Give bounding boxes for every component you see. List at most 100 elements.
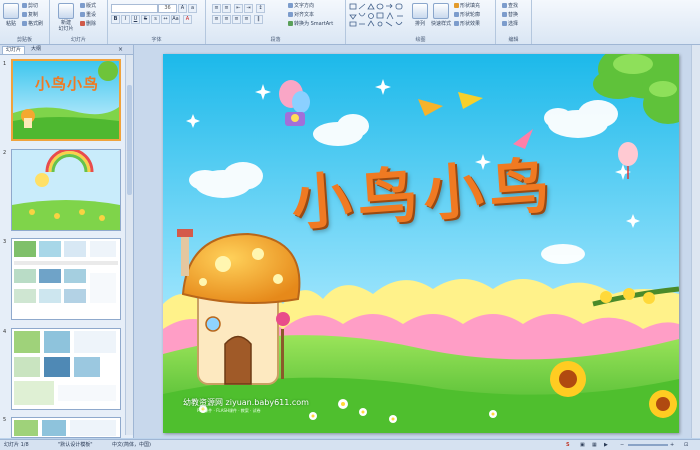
thumb5-art (12, 418, 120, 437)
font-color-button[interactable]: A (183, 15, 192, 24)
tab-slides[interactable]: 幻灯片 (2, 46, 26, 54)
font-name-input[interactable] (111, 4, 158, 13)
italic-button[interactable]: I (121, 15, 130, 24)
copy-button[interactable]: 复制 (22, 11, 38, 18)
close-icon[interactable]: × (118, 46, 123, 53)
copy-icon (22, 12, 27, 17)
shape-effects-button[interactable]: 形状效果 (454, 20, 480, 27)
slide-artwork (163, 54, 679, 433)
panel-tabs: 幻灯片 大纲 × (0, 45, 133, 55)
slide-thumbnail-3[interactable] (11, 238, 121, 320)
slide-number: 2 (3, 150, 7, 156)
arrange-icon (412, 3, 428, 19)
slide-thumbnail-4[interactable] (11, 328, 121, 410)
slide-number: 4 (3, 329, 7, 335)
font-label: 字体 (151, 37, 162, 43)
font-group: 36 A a B I U S s ↔ Aa A 字体 (108, 0, 206, 44)
paste-button[interactable]: 粘贴 (3, 3, 19, 27)
align-center-button[interactable]: ≡ (222, 15, 231, 24)
columns-button[interactable]: ‖ (254, 15, 263, 24)
case-button[interactable]: Aa (171, 15, 180, 24)
thumb4-art (12, 329, 120, 409)
brush-icon (22, 21, 27, 26)
scroll-thumb[interactable] (127, 85, 132, 195)
drawing-label: 绘图 (415, 37, 426, 43)
editing-label: 编辑 (508, 37, 519, 43)
font-size-input[interactable]: 36 (158, 4, 177, 13)
quick-styles-button[interactable]: 快速样式 (430, 3, 452, 27)
thumb1-title: 小鸟小鸟 (35, 75, 100, 93)
reset-button[interactable]: 重设 (80, 11, 96, 18)
slide-thumbnail-2[interactable] (11, 149, 121, 231)
find-button[interactable]: 查找 (502, 2, 518, 9)
cut-button[interactable]: 剪切 (22, 2, 38, 9)
slide-number: 1 (3, 61, 7, 67)
grow-font-button[interactable]: A (178, 4, 187, 13)
format-painter-button[interactable]: 格式刷 (22, 20, 43, 27)
paint-bucket-icon (454, 3, 459, 8)
replace-button[interactable]: 替换 (502, 11, 518, 18)
text-direction-button[interactable]: 文字方向 (288, 2, 314, 9)
bullets-button[interactable]: ≡ (212, 4, 221, 13)
cursor-icon (502, 21, 507, 26)
decrease-indent-button[interactable]: ⇤ (234, 4, 243, 13)
align-text-icon (288, 12, 293, 17)
thumbnail-scrollbar[interactable] (125, 55, 133, 435)
align-left-button[interactable]: ≡ (212, 15, 221, 24)
thumb2-art (12, 150, 120, 230)
align-text-button[interactable]: 对齐文本 (288, 11, 314, 18)
paste-icon (3, 3, 19, 19)
text-direction-icon (288, 3, 293, 8)
slide-thumbnail-5[interactable] (11, 417, 121, 438)
thumb3-art (12, 239, 120, 319)
line-spacing-button[interactable]: ↕ (256, 4, 265, 13)
smartart-button[interactable]: 转换为 SmartArt (288, 20, 333, 27)
reset-icon (80, 12, 85, 17)
current-slide[interactable]: 小鸟小鸟 幼教资源网 ziyuan.baby611.com PPT课件 · FL… (163, 54, 679, 433)
shadow-button[interactable]: s (151, 15, 160, 24)
delete-slide-button[interactable]: 删除 (80, 20, 96, 27)
watermark-main: 幼教资源网 ziyuan.baby611.com (183, 398, 309, 407)
numbering-button[interactable]: ≡ (222, 4, 231, 13)
arrange-button[interactable]: 排列 (412, 3, 428, 27)
slide-title[interactable]: 小鸟小鸟 (288, 137, 557, 242)
quick-styles-icon (433, 3, 449, 19)
ribbon: 粘贴 剪切 复制 格式刷 剪贴板 新建 幻灯片 版式 重设 删除 幻灯片 36 … (0, 0, 700, 45)
paragraph-group: ≡ ≡ ⇤ ⇥ ↕ ≡ ≡ ≡ ≡ ‖ 文字方向 对齐文本 转换为 SmartA… (206, 0, 346, 44)
spacing-button[interactable]: ↔ (161, 15, 170, 24)
select-button[interactable]: 选择 (502, 20, 518, 27)
slide-thumbnail-panel: 幻灯片 大纲 × 1 小鸟小鸟 2 3 4 5 (0, 45, 134, 438)
increase-indent-button[interactable]: ⇥ (244, 4, 253, 13)
scissors-icon (22, 3, 27, 8)
new-slide-icon (58, 3, 74, 19)
shapes-gallery[interactable] (349, 3, 411, 27)
slide-number: 3 (3, 239, 7, 245)
slide-editing-area: 小鸟小鸟 幼教资源网 ziyuan.baby611.com PPT课件 · FL… (134, 45, 700, 438)
tab-outline[interactable]: 大纲 (28, 46, 44, 53)
shape-outline-button[interactable]: 形状轮廓 (454, 11, 480, 18)
status-bar: 幻灯片 1/8 "默认设计模板" 中文(简体，中国) S ▣ ▦ ▶ − + ⊡ (0, 439, 700, 450)
strikethrough-button[interactable]: S (141, 15, 150, 24)
align-right-button[interactable]: ≡ (232, 15, 241, 24)
layout-button[interactable]: 版式 (80, 2, 96, 9)
slides-label: 幻灯片 (70, 37, 86, 43)
layout-icon (80, 3, 85, 8)
underline-button[interactable]: U (131, 15, 140, 24)
shape-fill-button[interactable]: 形状填充 (454, 2, 480, 9)
pen-icon (454, 12, 459, 17)
new-slide-button[interactable]: 新建 幻灯片 (56, 3, 76, 32)
clipboard-label: 剪贴板 (16, 37, 32, 43)
shrink-font-button[interactable]: a (188, 4, 197, 13)
bold-button[interactable]: B (111, 15, 120, 24)
zoom-slider[interactable] (628, 444, 668, 446)
justify-button[interactable]: ≡ (242, 15, 251, 24)
main-vertical-scrollbar[interactable] (691, 45, 700, 438)
slide-number: 5 (3, 417, 7, 423)
delete-icon (80, 21, 85, 26)
drawing-group: 排列 快速样式 形状填充 形状轮廓 形状效果 绘图 (346, 0, 496, 44)
binoculars-icon (502, 3, 507, 8)
effects-icon (454, 21, 459, 26)
slide-thumbnail-1[interactable]: 小鸟小鸟 (11, 59, 121, 141)
replace-icon (502, 12, 507, 17)
clipboard-group: 粘贴 剪切 复制 格式刷 剪贴板 (0, 0, 50, 44)
